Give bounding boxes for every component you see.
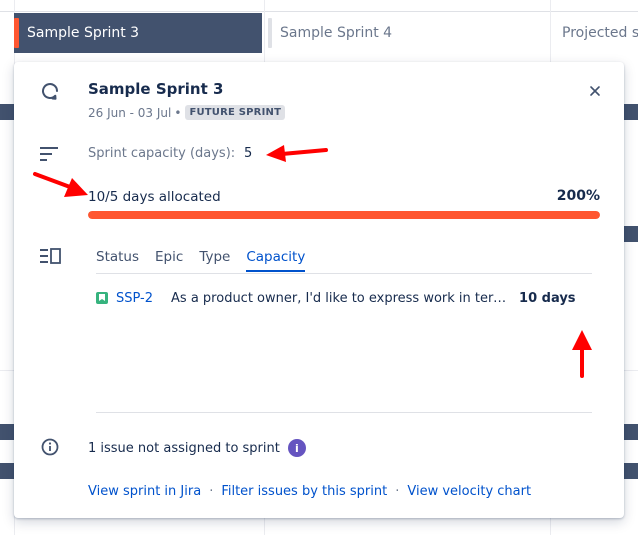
- allocated-percent: 200%: [556, 188, 600, 204]
- issue-row: SSP-2 As a product owner, I'd like to ex…: [96, 288, 596, 308]
- background-bar: [0, 463, 14, 479]
- filter-issues-link[interactable]: Filter issues by this sprint: [221, 484, 387, 499]
- capacity-value[interactable]: 5: [244, 146, 252, 161]
- background-bar: [0, 104, 14, 120]
- breakdown-list-icon: [40, 248, 61, 264]
- sprint-title: Sample Sprint 3: [88, 80, 224, 98]
- info-badge-icon[interactable]: i: [287, 439, 306, 457]
- capacity-lines-icon: [40, 147, 58, 161]
- background-bar: [624, 226, 638, 242]
- sprint-row: Sample Sprint 3 Sample Sprint 4 Projecte…: [0, 13, 638, 53]
- section-divider: [96, 412, 592, 413]
- annotation-arrow-days: [572, 330, 592, 378]
- issue-key-link[interactable]: SSP-2: [116, 291, 153, 306]
- sprint-header-sprint-4[interactable]: Sample Sprint 4: [268, 13, 548, 53]
- sprint-accent-marker: [14, 18, 19, 48]
- sprint-cycle-icon: [42, 83, 58, 100]
- link-separator: ·: [395, 484, 400, 499]
- close-icon[interactable]: [586, 82, 604, 100]
- tabs-underline: [96, 273, 592, 274]
- issue-summary: As a product owner, I'd like to express …: [171, 290, 513, 306]
- timeline-header-strip: [0, 0, 638, 12]
- info-circle-icon: [41, 438, 59, 456]
- tab-type[interactable]: Type: [199, 249, 230, 271]
- annotation-arrow-allocated: [33, 172, 88, 197]
- sprint-header-label: Sample Sprint 3: [27, 25, 140, 41]
- unassigned-text: 1 issue not assigned to sprint: [88, 440, 280, 456]
- dates-bullet: •: [174, 105, 182, 120]
- sprint-header-projected[interactable]: Projected sp: [554, 13, 638, 53]
- tab-capacity[interactable]: Capacity: [246, 249, 306, 272]
- breakdown-tabs: Status Epic Type Capacity: [96, 249, 306, 272]
- roadmap-background: Sample Sprint 3 Sample Sprint 4 Projecte…: [0, 0, 638, 535]
- link-separator: ·: [209, 484, 214, 499]
- background-bar: [0, 424, 14, 440]
- view-sprint-link[interactable]: View sprint in Jira: [88, 484, 201, 499]
- tab-status[interactable]: Status: [96, 249, 139, 271]
- annotation-arrow-capacity: [266, 145, 328, 162]
- sprint-accent-marker: [268, 18, 272, 48]
- story-icon: [96, 292, 108, 304]
- sprint-dates: 26 Jun - 03 Jul: [88, 105, 172, 120]
- background-bar: [624, 463, 638, 479]
- background-bar: [624, 424, 638, 440]
- sprint-header-label: Projected sp: [562, 25, 638, 41]
- status-badge: FUTURE SPRINT: [185, 105, 286, 120]
- sprint-dates-line: 26 Jun - 03 Jul • FUTURE SPRINT: [88, 105, 286, 120]
- unassigned-issues: 1 issue not assigned to sprint i: [88, 439, 306, 457]
- sprint-header-sprint-3[interactable]: Sample Sprint 3: [14, 13, 262, 53]
- issue-days: 10 days: [519, 290, 576, 306]
- allocated-text: 10/5 days allocated: [88, 189, 221, 205]
- background-bar: [624, 104, 638, 120]
- capacity-label: Sprint capacity (days):: [88, 146, 236, 161]
- allocation-progress-bar: [88, 211, 600, 219]
- footer-links: View sprint in Jira · Filter issues by t…: [88, 484, 531, 499]
- allocation-progress-fill: [88, 211, 600, 219]
- sprint-details-popup: Sample Sprint 3 26 Jun - 03 Jul • FUTURE…: [14, 62, 624, 518]
- sprint-header-label: Sample Sprint 4: [280, 25, 393, 41]
- velocity-chart-link[interactable]: View velocity chart: [407, 484, 531, 499]
- tab-epic[interactable]: Epic: [155, 249, 183, 271]
